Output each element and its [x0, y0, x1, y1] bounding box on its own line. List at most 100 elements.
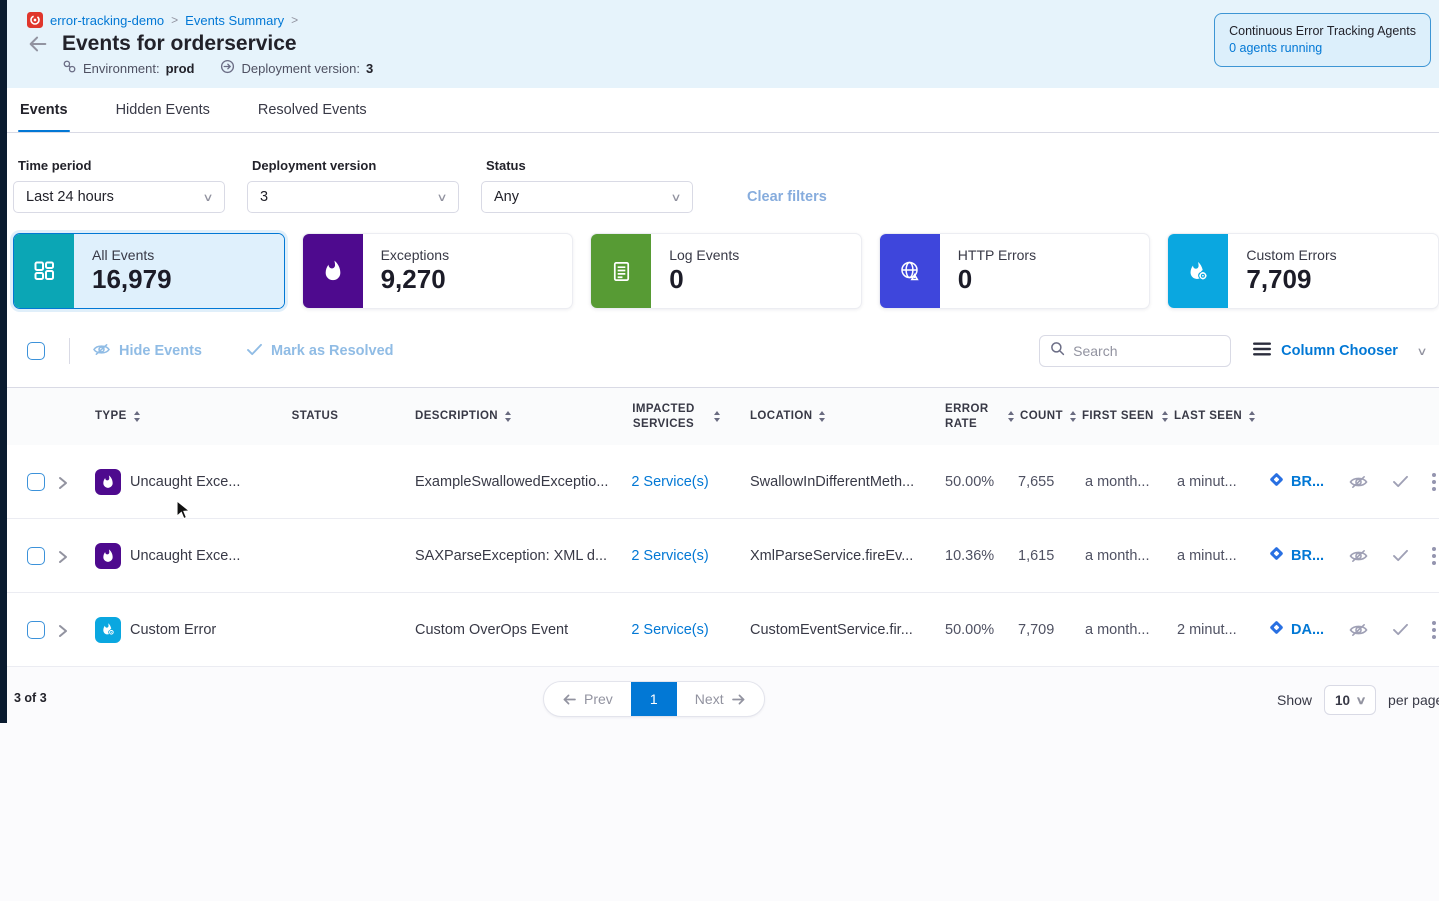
tab-resolved-events[interactable]: Resolved Events: [256, 88, 369, 132]
page-size-select[interactable]: 10 ∨: [1324, 685, 1376, 715]
card-label: Exceptions: [381, 247, 573, 263]
col-header-impacted-services: IMPACTED SERVICES: [610, 402, 730, 431]
chevron-down-icon: ∨: [1416, 345, 1427, 358]
impacted-services-link[interactable]: 2 Service(s): [631, 622, 708, 638]
sort-icon[interactable]: [819, 411, 825, 422]
deployment-version-filter: Deployment version 3 ∨: [247, 158, 459, 213]
sort-icon[interactable]: [714, 411, 720, 422]
count-cell: 7,709: [1008, 622, 1070, 638]
card-label: HTTP Errors: [958, 247, 1150, 263]
tab-events[interactable]: Events: [18, 88, 70, 132]
expand-chevron-icon[interactable]: [57, 549, 71, 563]
table-row[interactable]: Uncaught Exce... ExampleSwallowedExcepti…: [0, 445, 1439, 519]
hide-events-label: Hide Events: [119, 343, 202, 359]
col-header-error-rate: ERROR RATE: [930, 402, 1008, 431]
pagination-control: Prev 1 Next: [543, 681, 765, 717]
time-period-select[interactable]: Last 24 hours ∨: [13, 181, 225, 213]
deployment-version-select[interactable]: 3 ∨: [247, 181, 459, 213]
breadcrumb-events-summary-link[interactable]: Events Summary: [185, 13, 284, 28]
status-select[interactable]: Any ∨: [481, 181, 693, 213]
sort-icon[interactable]: [1008, 411, 1014, 422]
error-rate-cell: 50.00%: [930, 474, 1008, 490]
card-http-errors[interactable]: HTTP Errors 0: [879, 233, 1151, 309]
clear-filters-button[interactable]: Clear filters: [747, 189, 827, 205]
agents-running-link[interactable]: 0 agents running: [1229, 40, 1416, 57]
mark-resolved-button[interactable]: Mark as Resolved: [246, 343, 394, 360]
deployment-version-value: 3: [366, 61, 373, 76]
hide-event-icon[interactable]: [1348, 548, 1369, 564]
card-value: 16,979: [92, 264, 284, 295]
row-menu-kebab-icon[interactable]: [1432, 473, 1436, 491]
search-input[interactable]: [1073, 343, 1203, 359]
card-value: 9,270: [381, 264, 573, 295]
event-type-label: Uncaught Exce...: [130, 474, 240, 490]
tab-hidden-events[interactable]: Hidden Events: [114, 88, 212, 132]
table-row[interactable]: Uncaught Exce... SAXParseException: XML …: [0, 519, 1439, 593]
resolve-event-icon[interactable]: [1392, 623, 1409, 636]
show-label: Show: [1277, 692, 1312, 708]
per-page-label: per page: [1388, 692, 1439, 708]
table-row[interactable]: Custom Error Custom OverOps Event 2 Serv…: [0, 593, 1439, 667]
check-icon: [246, 343, 263, 360]
row-checkbox[interactable]: [27, 547, 45, 565]
search-icon: [1050, 341, 1065, 361]
hide-event-icon[interactable]: [1348, 622, 1369, 638]
card-value: 0: [669, 264, 861, 295]
expand-chevron-icon[interactable]: [57, 623, 71, 637]
hamburger-icon: [1253, 342, 1271, 361]
card-custom-errors[interactable]: Custom Errors 7,709: [1167, 233, 1439, 309]
resolve-event-icon[interactable]: [1392, 549, 1409, 562]
impacted-services-link[interactable]: 2 Service(s): [631, 474, 708, 490]
breadcrumb-project-link[interactable]: error-tracking-demo: [50, 13, 164, 28]
sort-icon[interactable]: [134, 411, 140, 422]
row-menu-kebab-icon[interactable]: [1432, 621, 1436, 639]
sort-icon[interactable]: [505, 411, 511, 422]
status-filter-label: Status: [486, 158, 693, 173]
count-cell: 1,615: [1008, 548, 1070, 564]
impacted-services-link[interactable]: 2 Service(s): [631, 548, 708, 564]
col-header-status: STATUS: [245, 409, 385, 423]
sort-icon[interactable]: [1070, 411, 1076, 422]
error-tracking-page: error-tracking-demo > Events Summary > E…: [0, 0, 1439, 907]
sort-icon[interactable]: [1249, 411, 1255, 422]
search-box: [1039, 335, 1231, 367]
ticket-link[interactable]: DA...: [1291, 622, 1324, 638]
column-chooser-button[interactable]: Column Chooser ∨: [1253, 342, 1426, 361]
toolbar-divider: [69, 338, 70, 364]
prev-page-button[interactable]: Prev: [544, 682, 631, 716]
ticket-diamond-icon: [1268, 619, 1285, 640]
ticket-link[interactable]: BR...: [1291, 474, 1324, 490]
hide-events-button[interactable]: Hide Events: [92, 342, 202, 361]
sort-icon[interactable]: [1162, 411, 1168, 422]
card-log-events[interactable]: Log Events 0: [590, 233, 862, 309]
time-period-filter: Time period Last 24 hours ∨: [13, 158, 225, 213]
back-arrow-icon[interactable]: [27, 33, 49, 55]
row-checkbox[interactable]: [27, 621, 45, 639]
expand-chevron-icon[interactable]: [57, 475, 71, 489]
page-header: error-tracking-demo > Events Summary > E…: [0, 0, 1439, 88]
column-chooser-label: Column Chooser: [1281, 343, 1398, 359]
description-cell: Custom OverOps Event: [385, 622, 610, 638]
globe-icon: [880, 234, 940, 308]
deployment-icon: [220, 59, 235, 77]
card-value: 7,709: [1246, 264, 1438, 295]
flame-icon: [95, 543, 121, 569]
agents-status-box: Continuous Error Tracking Agents 0 agent…: [1214, 13, 1431, 67]
event-type-cell: Custom Error: [95, 617, 245, 643]
card-label: All Events: [92, 247, 284, 263]
page-title: Events for orderservice: [62, 32, 297, 56]
hide-event-icon[interactable]: [1348, 474, 1369, 490]
row-checkbox[interactable]: [27, 473, 45, 491]
card-all-events[interactable]: All Events 16,979: [13, 233, 285, 309]
card-exceptions[interactable]: Exceptions 9,270: [302, 233, 574, 309]
page-number-button[interactable]: 1: [631, 682, 677, 716]
table-footer: 3 of 3 Prev 1 Next Show 10 ∨ per page: [0, 667, 1439, 901]
col-header-count: COUNT: [1008, 409, 1070, 423]
row-menu-kebab-icon[interactable]: [1432, 547, 1436, 565]
select-all-checkbox[interactable]: [27, 342, 45, 360]
table-header-row: TYPE STATUS DESCRIPTION IMPACTED SERVICE…: [0, 387, 1439, 445]
resolve-event-icon[interactable]: [1392, 475, 1409, 488]
next-page-button[interactable]: Next: [677, 682, 764, 716]
last-seen-cell: a minut...: [1162, 474, 1258, 490]
ticket-link[interactable]: BR...: [1291, 548, 1324, 564]
